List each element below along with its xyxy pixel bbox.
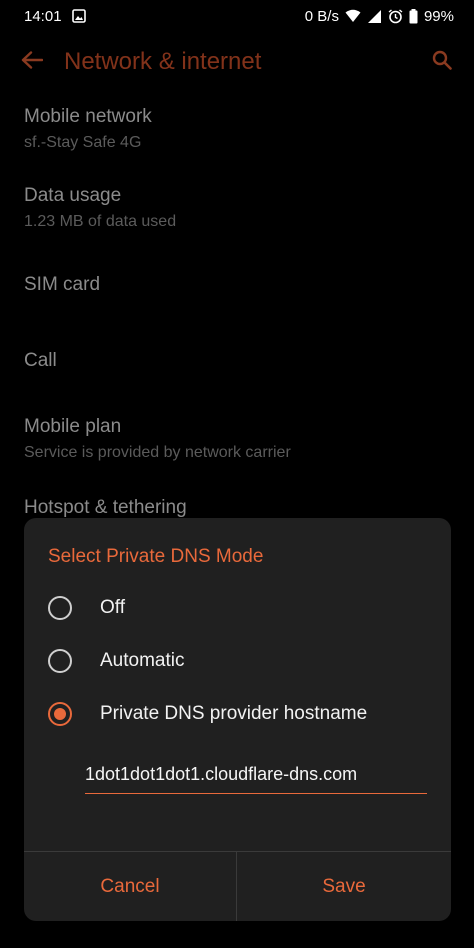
hostname-input[interactable]: [85, 756, 427, 793]
dns-option-label: Automatic: [100, 650, 185, 671]
dns-option-automatic[interactable]: Automatic: [24, 636, 451, 686]
save-button[interactable]: Save: [237, 852, 451, 921]
private-dns-dialog: Select Private DNS Mode Off Automatic Pr…: [24, 518, 451, 921]
dialog-title: Select Private DNS Mode: [48, 546, 264, 567]
cancel-button[interactable]: Cancel: [24, 852, 236, 921]
radio-unchecked-icon[interactable]: [48, 596, 72, 620]
dns-option-label: Off: [100, 597, 125, 618]
dns-option-off[interactable]: Off: [24, 583, 451, 633]
hostname-field[interactable]: [85, 756, 427, 794]
dns-option-label: Private DNS provider hostname: [100, 703, 368, 724]
dns-option-hostname[interactable]: Private DNS provider hostname: [24, 689, 451, 739]
radio-checked-icon[interactable]: [48, 702, 72, 726]
radio-unchecked-icon[interactable]: [48, 649, 72, 673]
